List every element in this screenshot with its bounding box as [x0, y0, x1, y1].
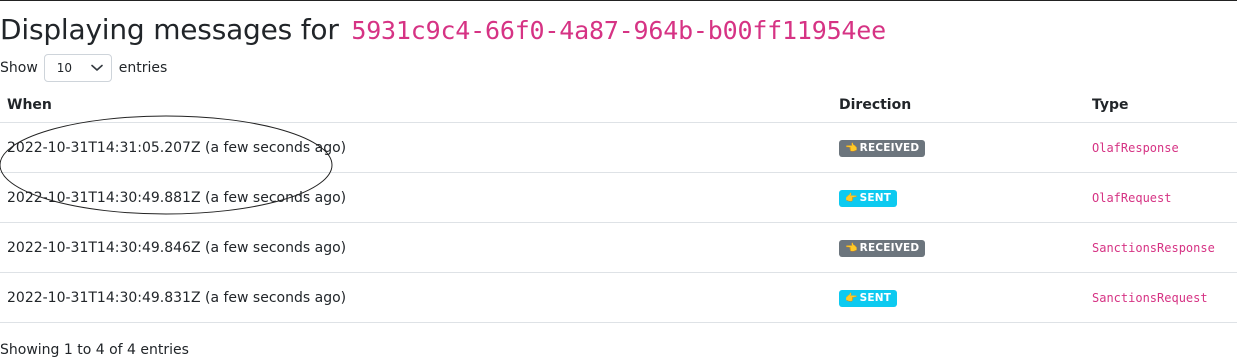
- cell-direction: 👉 SENT: [832, 272, 1085, 323]
- page-title: Displaying messages for 5931c9c4-66f0-4a…: [0, 11, 886, 50]
- cell-direction: 👈 RECEIVED: [832, 222, 1085, 273]
- table-row: 2022-10-31T14:31:05.207Z (a few seconds …: [0, 122, 1237, 173]
- entries-per-page-value: 10: [56, 61, 73, 75]
- show-label: Show: [0, 60, 38, 76]
- direction-badge: 👈 RECEIVED: [839, 139, 926, 157]
- table-row: 2022-10-31T14:30:49.831Z (a few seconds …: [0, 272, 1237, 323]
- direction-label: SENT: [859, 291, 892, 304]
- entries-per-page-select[interactable]: 10: [43, 54, 112, 82]
- direction-badge: 👈 RECEIVED: [839, 239, 926, 257]
- direction-label: RECEIVED: [859, 241, 920, 254]
- entries-label: entries: [118, 60, 168, 76]
- length-menu: Show 10 entries: [0, 54, 167, 82]
- correlation-id: 5931c9c4-66f0-4a87-964b-b00ff11954ee: [351, 16, 886, 45]
- direction-label: SENT: [859, 191, 892, 204]
- cell-direction: 👉 SENT: [832, 172, 1085, 223]
- cell-direction: 👈 RECEIVED: [832, 122, 1085, 173]
- cell-type: OlafResponse: [1085, 122, 1237, 173]
- direction-badge: 👉 SENT: [839, 189, 898, 207]
- table-row: 2022-10-31T14:30:49.881Z (a few seconds …: [0, 172, 1237, 223]
- cell-type: OlafRequest: [1085, 172, 1237, 223]
- page: Displaying messages for 5931c9c4-66f0-4a…: [0, 0, 1237, 364]
- cell-type: SanctionsResponse: [1085, 222, 1237, 273]
- cell-type: SanctionsRequest: [1085, 272, 1237, 323]
- hand-pointing-right-icon: 👉: [845, 292, 858, 304]
- message-type: SanctionsResponse: [1092, 240, 1215, 255]
- cell-when: 2022-10-31T14:31:05.207Z (a few seconds …: [0, 122, 832, 173]
- cell-when: 2022-10-31T14:30:49.881Z (a few seconds …: [0, 172, 832, 223]
- cell-when: 2022-10-31T14:30:49.831Z (a few seconds …: [0, 272, 832, 323]
- column-header-direction[interactable]: Direction: [832, 88, 1085, 123]
- message-type: SanctionsRequest: [1092, 290, 1208, 305]
- direction-badge: 👉 SENT: [839, 289, 898, 307]
- cell-when: 2022-10-31T14:30:49.846Z (a few seconds …: [0, 222, 832, 273]
- column-header-when[interactable]: When: [0, 88, 832, 123]
- hand-pointing-right-icon: 👉: [845, 192, 858, 204]
- message-type: OlafRequest: [1092, 190, 1172, 205]
- direction-label: RECEIVED: [859, 141, 920, 154]
- table-row: 2022-10-31T14:30:49.846Z (a few seconds …: [0, 222, 1237, 273]
- column-header-type[interactable]: Type: [1085, 88, 1237, 123]
- table-header-row: When Direction Type: [0, 88, 1237, 123]
- messages-table: When Direction Type 2022-10-31T14:31:05.…: [0, 88, 1237, 323]
- chevron-down-icon: [90, 64, 103, 72]
- table-info: Showing 1 to 4 of 4 entries: [0, 342, 189, 358]
- message-type: OlafResponse: [1092, 140, 1179, 155]
- page-title-prefix: Displaying messages for: [0, 13, 339, 46]
- hand-pointing-left-icon: 👈: [845, 242, 858, 254]
- hand-pointing-left-icon: 👈: [845, 142, 858, 154]
